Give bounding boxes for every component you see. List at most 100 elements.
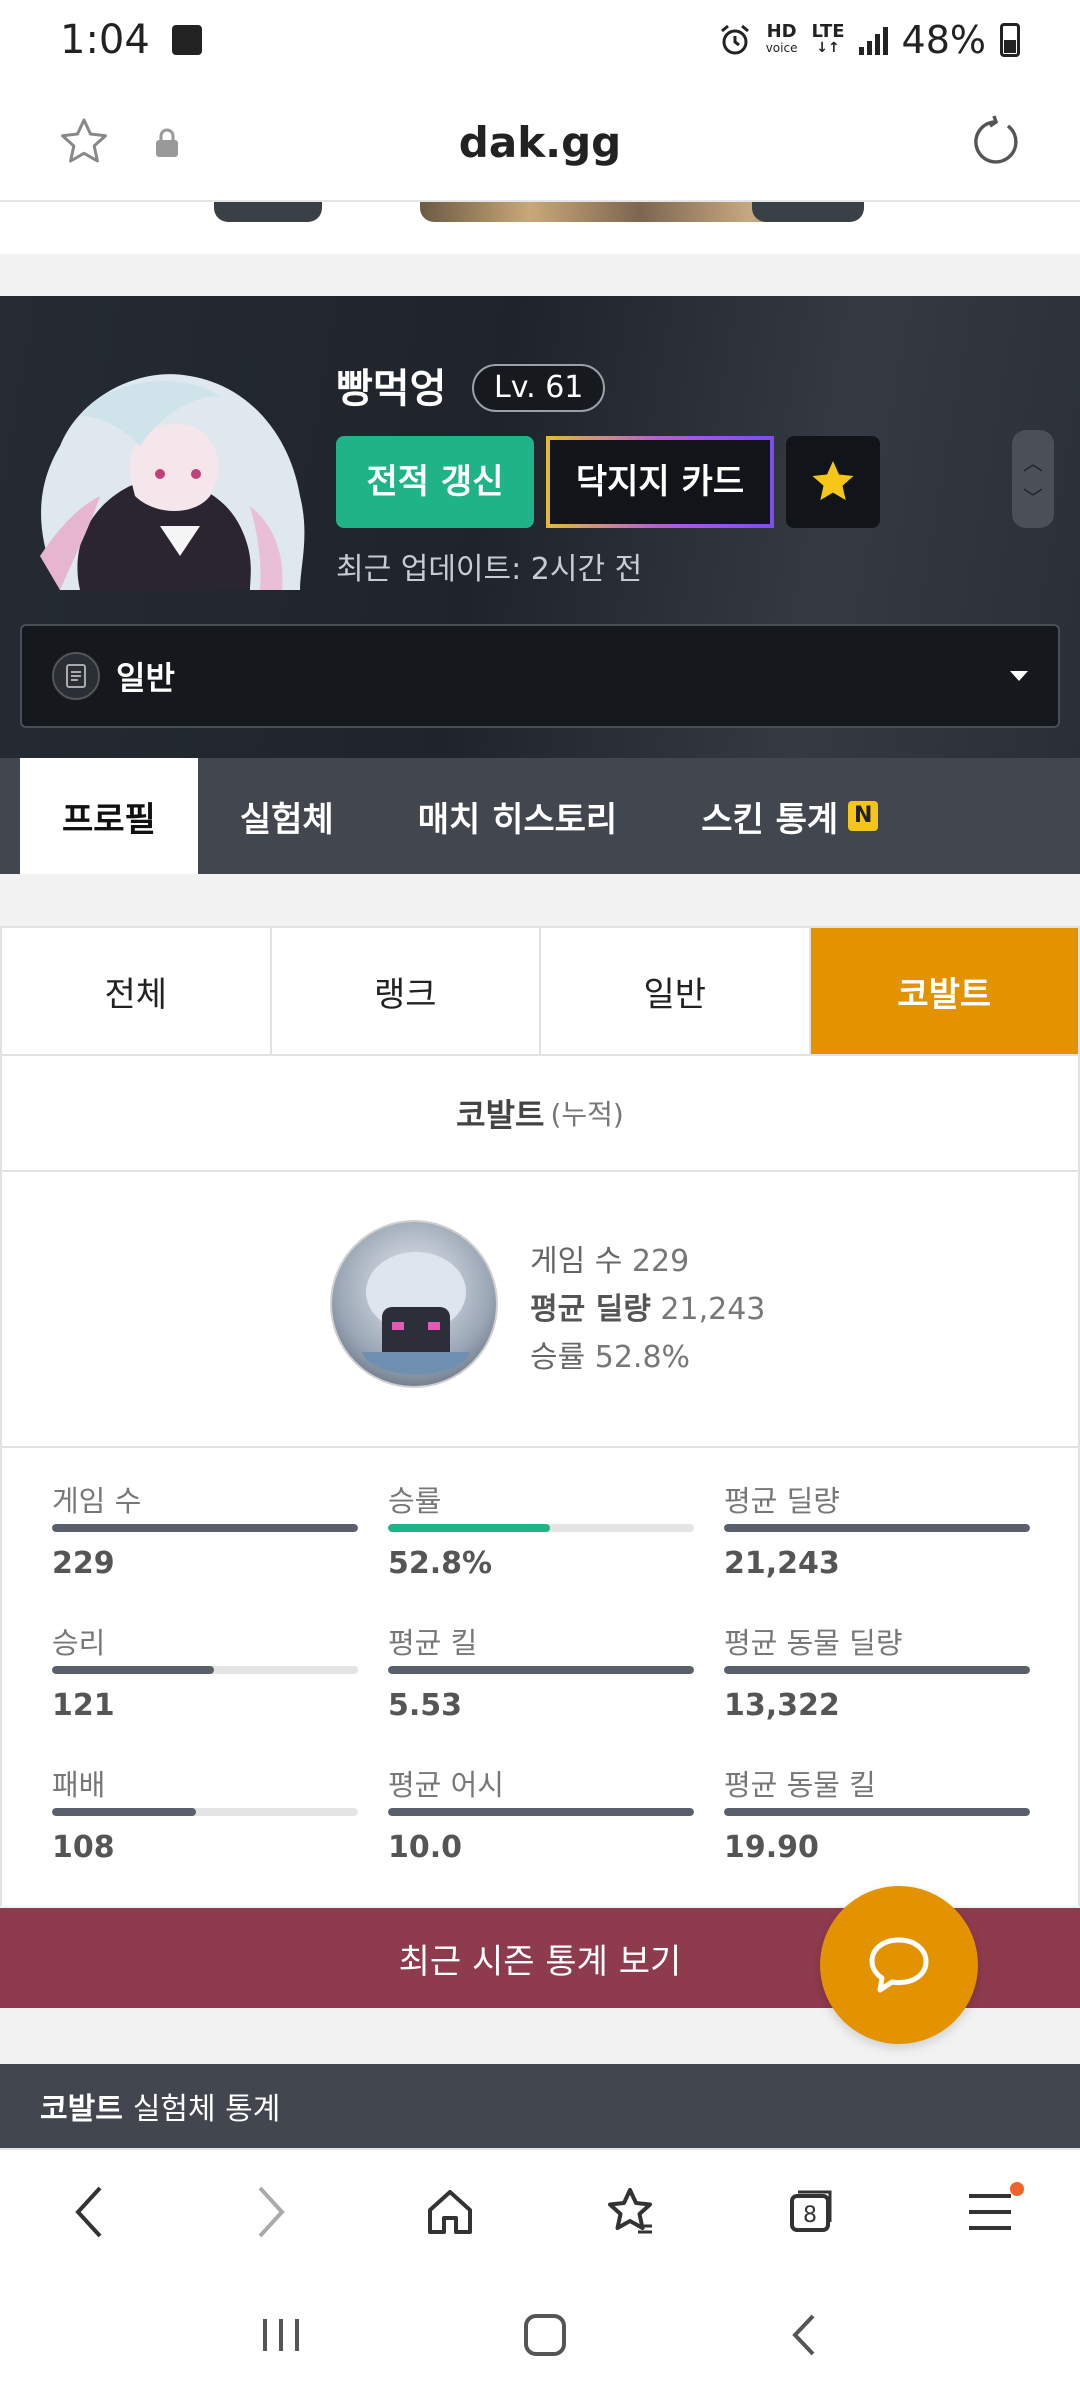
- url-domain[interactable]: dak.gg: [0, 118, 1080, 167]
- stat-bar: [52, 1808, 358, 1816]
- stat-bar-fill: [724, 1808, 1030, 1816]
- refresh-stats-button[interactable]: 전적 갱신: [336, 436, 534, 528]
- mode-label: 일반: [116, 659, 175, 697]
- stat-label: 승률: [388, 1484, 442, 1518]
- tab-skin-stats[interactable]: 스킨 통계 N: [659, 758, 920, 874]
- main-tabs: 프로필 실험체 매치 히스토리 스킨 통계 N: [0, 758, 1080, 874]
- game-mode-select[interactable]: 일반: [20, 624, 1060, 728]
- subtab-rank[interactable]: 랭크: [272, 928, 541, 1054]
- menu-button[interactable]: [950, 2172, 1030, 2252]
- summary-games-label: 게임 수: [530, 1244, 623, 1279]
- summary-games: 게임 수 229: [530, 1238, 765, 1286]
- card-title-main: 코발트: [456, 1096, 545, 1134]
- stat-label: 평균 킬: [388, 1626, 478, 1660]
- stat-bar: [52, 1524, 358, 1532]
- stat-bar: [388, 1524, 694, 1532]
- lte-arrows: ↓↑: [816, 40, 840, 56]
- stat-value: 13,322: [724, 1688, 840, 1723]
- voice-label: voice: [765, 41, 798, 55]
- banner-piece: [752, 202, 864, 222]
- stat-label: 평균 딜량: [724, 1484, 840, 1518]
- battery-icon: [1000, 23, 1020, 57]
- card-title: 코발트 (누적): [2, 1056, 1078, 1172]
- back-system-button[interactable]: [787, 2312, 821, 2362]
- stat-value: 10.0: [388, 1830, 463, 1865]
- stat-item: 승리 121: [52, 1620, 358, 1738]
- card-title-sub: (누적): [550, 1098, 624, 1131]
- banner-piece: [214, 202, 322, 222]
- home-icon: [428, 2190, 472, 2234]
- summary-winrate-label: 승률: [530, 1340, 586, 1375]
- tab-match-history[interactable]: 매치 히스토리: [376, 758, 660, 874]
- tabs-button[interactable]: 8: [770, 2172, 850, 2252]
- stat-item: 평균 동물 킬 19.90: [724, 1762, 1030, 1880]
- alarm-icon: [720, 24, 749, 55]
- hamburger-menu-icon: [969, 2194, 1011, 2230]
- summary-lines: 게임 수 229 평균 딜량 21,243 승률 52.8%: [530, 1238, 765, 1382]
- player-avatar: [20, 356, 316, 590]
- star-icon: [812, 461, 854, 501]
- chat-bubble-icon: [869, 1937, 929, 1993]
- stat-bar: [724, 1524, 1030, 1532]
- bookmarks-button[interactable]: [590, 2172, 670, 2252]
- stat-bar-fill: [52, 1666, 214, 1674]
- stat-label: 평균 동물 딜량: [724, 1626, 903, 1660]
- stat-value: 52.8%: [388, 1546, 493, 1581]
- hd-label: HD: [766, 21, 797, 42]
- forward-button[interactable]: [230, 2172, 310, 2252]
- stat-label: 패배: [52, 1768, 106, 1802]
- summary-row: 게임 수 229 평균 딜량 21,243 승률 52.8%: [2, 1172, 1078, 1448]
- character-stats-header: 코발트 실험체 통계: [0, 2064, 1080, 2148]
- notification-dot: [1010, 2182, 1024, 2196]
- section-header-bold: 코발트: [40, 2092, 123, 2127]
- reload-icon[interactable]: [968, 114, 1024, 170]
- chat-button[interactable]: [820, 1886, 978, 2044]
- stat-bar-fill: [724, 1666, 1030, 1674]
- subtab-all[interactable]: 전체: [2, 928, 272, 1054]
- mode-filter-tabs: 전체 랭크 일반 코발트: [0, 926, 1080, 1056]
- home-system-button[interactable]: [522, 2312, 568, 2362]
- last-update-text: 최근 업데이트: 2시간 전: [336, 552, 643, 587]
- stat-value: 21,243: [724, 1546, 840, 1581]
- scroll-handle[interactable]: ︿ ﹀: [1012, 430, 1054, 528]
- stat-value: 229: [52, 1546, 115, 1581]
- tab-profile[interactable]: 프로필: [20, 758, 198, 874]
- recent-apps-icon: [263, 2319, 300, 2351]
- stats-grid: 게임 수 229 승률 52.8% 평균 딜량 21,243 승리 121 평균 킬 5.53 평균…: [2, 1448, 1078, 1906]
- bookmarks-star-icon: [608, 2188, 652, 2234]
- tab-characters[interactable]: 실험체: [198, 758, 376, 874]
- chevron-up-icon: ︿: [1023, 451, 1043, 475]
- stat-bar: [724, 1808, 1030, 1816]
- stat-value: 121: [52, 1688, 115, 1723]
- tab-count: 8: [803, 2203, 817, 2228]
- stat-item: 평균 동물 딜량 13,322: [724, 1620, 1030, 1738]
- stat-label: 평균 어시: [388, 1768, 504, 1802]
- summary-damage-value: 21,243: [660, 1292, 766, 1327]
- subtab-normal[interactable]: 일반: [541, 928, 811, 1054]
- stat-item: 게임 수 229: [52, 1478, 358, 1596]
- mode-icon: [52, 652, 100, 700]
- system-navigation-bar: [0, 2274, 1080, 2400]
- home-button[interactable]: [410, 2172, 490, 2252]
- stat-bar: [388, 1808, 694, 1816]
- stat-item: 승률 52.8%: [388, 1478, 694, 1596]
- recent-apps-button[interactable]: [259, 2315, 303, 2359]
- stat-bar-fill: [388, 1666, 694, 1674]
- lte-label: LTE: [811, 21, 845, 42]
- gallery-notification-icon: [171, 25, 202, 55]
- favorite-button[interactable]: [786, 436, 880, 528]
- new-badge: N: [848, 801, 879, 831]
- summary-games-value: 229: [631, 1244, 690, 1279]
- dakgg-card-button[interactable]: 닥지지 카드: [546, 436, 774, 528]
- chevron-right-icon: [258, 2186, 285, 2238]
- back-button[interactable]: [50, 2172, 130, 2252]
- character-portrait: [330, 1220, 498, 1388]
- stat-value: 19.90: [724, 1830, 819, 1865]
- stat-bar-fill: [388, 1808, 694, 1816]
- summary-damage-label: 평균 딜량: [530, 1292, 651, 1327]
- url-bar: dak.gg: [0, 80, 1080, 202]
- subtab-cobalt[interactable]: 코발트: [810, 928, 1078, 1054]
- stat-bar: [388, 1666, 694, 1674]
- chevron-down-icon: ﹀: [1023, 486, 1043, 510]
- stat-label: 게임 수: [52, 1484, 142, 1518]
